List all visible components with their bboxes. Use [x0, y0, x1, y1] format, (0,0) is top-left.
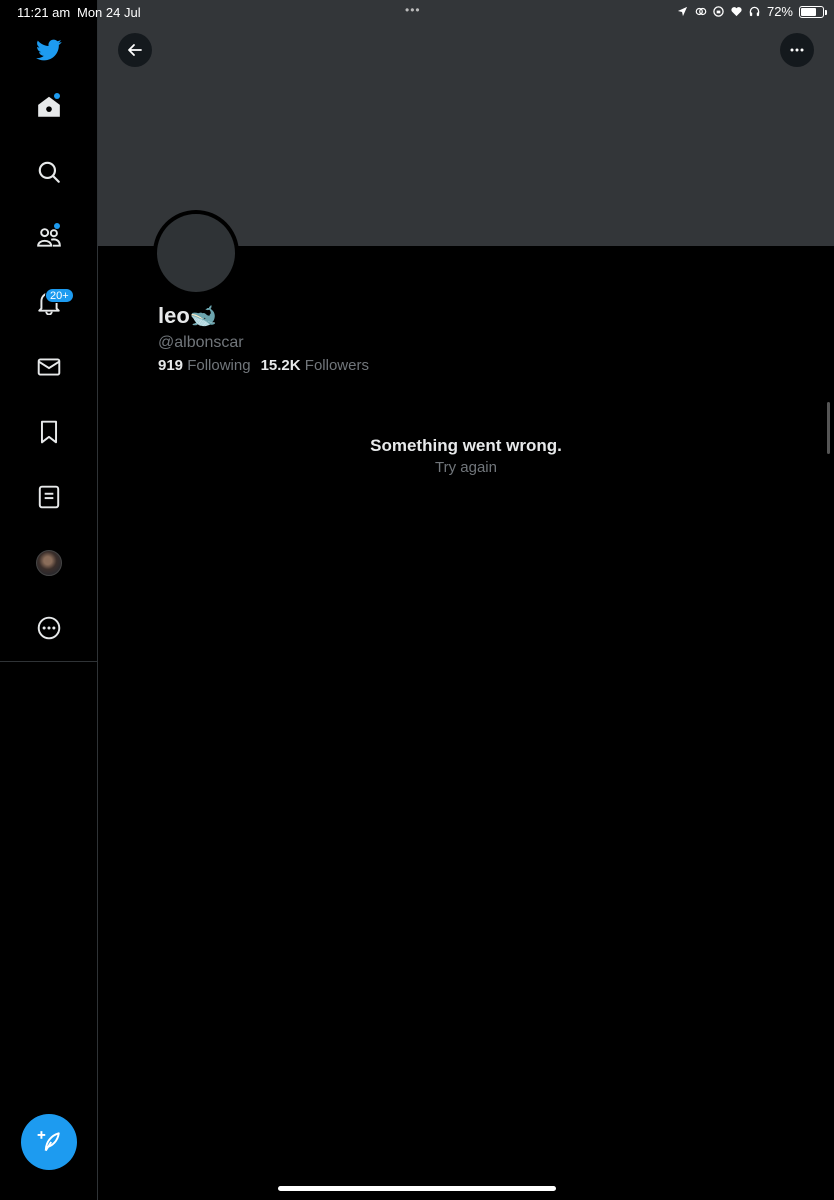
- followers-count: 15.2K: [260, 357, 301, 374]
- headphones-icon: [749, 6, 761, 18]
- list-icon: [38, 485, 60, 509]
- following-count: 919: [158, 357, 184, 374]
- mail-icon: [37, 358, 61, 376]
- nav-more[interactable]: [25, 604, 73, 652]
- rotation-lock-icon: [713, 6, 725, 18]
- battery-level: [801, 7, 817, 16]
- nav-explore[interactable]: [25, 148, 73, 196]
- status-icons: 72%: [677, 4, 827, 19]
- profile-avatar[interactable]: [153, 210, 239, 296]
- status-bar: 11:21 am Mon 24 Jul ••• 72%: [0, 0, 834, 24]
- location-icon: [677, 6, 689, 18]
- profile-banner: [98, 0, 834, 246]
- nav-profile[interactable]: [25, 539, 73, 587]
- nav-lists[interactable]: [25, 473, 73, 521]
- followers-link[interactable]: 15.2K Followers: [261, 357, 369, 374]
- status-time: 11:21 am: [17, 5, 71, 20]
- try-again-link[interactable]: Try again: [98, 459, 834, 476]
- nav-communities[interactable]: [25, 213, 73, 261]
- back-button[interactable]: [118, 33, 152, 67]
- home-indicator[interactable]: [278, 1186, 556, 1191]
- following-link[interactable]: 919 Following: [158, 357, 251, 374]
- more-horizontal-icon: [790, 48, 804, 52]
- avatar-placeholder: [157, 214, 235, 292]
- compose-icon: [37, 1131, 60, 1152]
- twitter-logo[interactable]: [25, 26, 73, 74]
- link-icon: [695, 6, 707, 18]
- profile-display-name: leo🐋: [158, 303, 218, 328]
- profile-stats: 919 Following 15.2K Followers: [158, 357, 369, 374]
- more-options-button[interactable]: [780, 33, 814, 67]
- scroll-indicator[interactable]: [827, 402, 830, 454]
- avatar: [36, 550, 62, 576]
- followers-label: Followers: [304, 357, 369, 374]
- following-label: Following: [187, 357, 251, 374]
- more-circle-icon: [37, 616, 61, 640]
- battery-icon: [799, 5, 827, 18]
- notifications-badge: 20+: [45, 288, 74, 303]
- twitter-bird-icon: [36, 39, 62, 61]
- sidebar-divider: [0, 661, 98, 662]
- compose-button[interactable]: [21, 1114, 77, 1170]
- profile-handle: @albonscar: [158, 334, 244, 351]
- nav-messages[interactable]: [25, 343, 73, 391]
- profile-main: leo🐋 @albonscar 919 Following 15.2K Foll…: [98, 0, 834, 1200]
- nav-home[interactable]: [25, 83, 73, 131]
- status-date: Mon 24 Jul: [77, 5, 141, 20]
- back-arrow-icon: [128, 44, 142, 56]
- communities-notification-dot: [54, 223, 60, 229]
- sidebar: 20+: [0, 0, 98, 1200]
- home-notification-dot: [54, 93, 60, 99]
- heart-icon: [731, 6, 743, 18]
- error-message: Something went wrong.: [370, 436, 562, 455]
- battery-percent: 72%: [766, 4, 793, 19]
- nav-bookmarks[interactable]: [25, 408, 73, 456]
- multitasking-dots[interactable]: •••: [405, 3, 421, 17]
- bookmark-icon: [40, 420, 58, 444]
- search-icon: [38, 161, 60, 183]
